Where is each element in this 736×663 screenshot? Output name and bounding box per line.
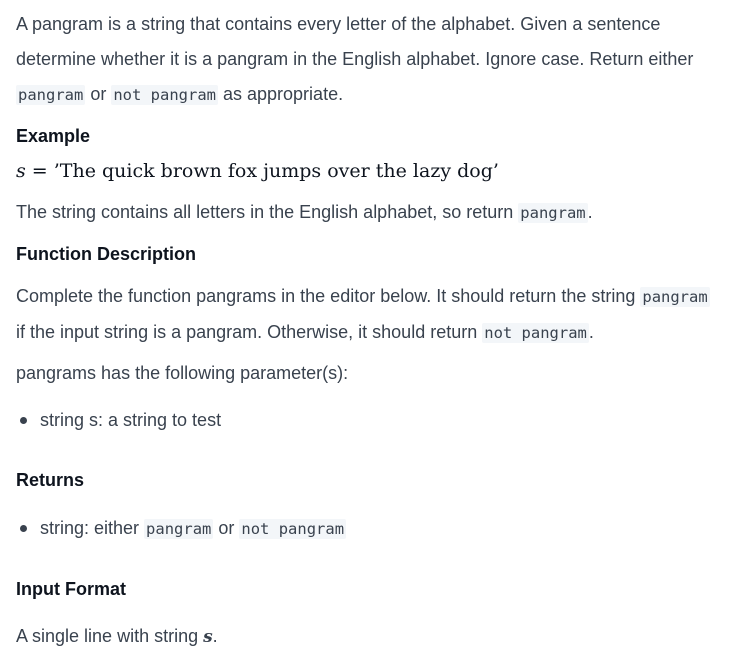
fd-text-2: if the input string is a pangram. Otherw… [16,322,483,342]
bullet-icon [20,525,27,532]
returns-mid: or [213,518,240,538]
list-item: string s: a string to test [16,407,221,433]
params-intro: pangrams has the following parameter(s): [16,363,349,383]
intro-text-1: A pangram is a string that contains ever… [16,14,694,69]
input-format-variable: s [203,627,213,647]
intro-paragraph: A pangram is a string that contains ever… [16,7,720,113]
fd-text-1: Complete the function pangrams in the ed… [16,286,641,306]
returns-code-pangram: pangram [144,519,214,539]
param-s-text: string s: a string to test [40,410,222,430]
input-format-text-body: A single line with string [16,626,204,646]
fd-code-not-pangram: not pangram [482,323,589,343]
intro-text-3: as appropriate. [218,84,344,104]
example-equation: s = ’The quick brown fox jumps over the … [16,158,499,184]
bullet-icon [20,417,27,424]
function-description-heading: Function Description [16,244,196,264]
returns-code-not-pangram: not pangram [239,519,347,539]
function-description-paragraph: Complete the function pangrams in the ed… [16,279,720,351]
intro-text-2: or [85,84,112,104]
example-explanation: The string contains all letters in the E… [16,195,593,231]
example-explain-code: pangram [518,203,588,223]
example-explain-text: The string contains all letters in the E… [16,202,519,222]
example-equals: = [25,160,54,182]
input-format-end: . [212,626,218,646]
input-format-heading: Input Format [16,579,126,599]
example-heading: Example [16,126,91,146]
example-variable: s [16,160,26,182]
fd-code-pangram: pangram [640,287,710,307]
example-explain-end: . [587,202,593,222]
list-item: string: either pangram or not pangram [16,515,347,542]
params-list: string s: a string to test [16,407,221,433]
returns-list: string: either pangram or not pangram [16,515,347,542]
returns-text: string: either [40,518,145,538]
returns-heading: Returns [16,470,85,490]
intro-code-not-pangram: not pangram [111,85,218,105]
fd-text-3: . [588,322,594,342]
input-format-text: A single line with string s. [16,619,218,655]
intro-code-pangram: pangram [16,85,86,105]
example-value: ’The quick brown fox jumps over the lazy… [53,160,499,182]
